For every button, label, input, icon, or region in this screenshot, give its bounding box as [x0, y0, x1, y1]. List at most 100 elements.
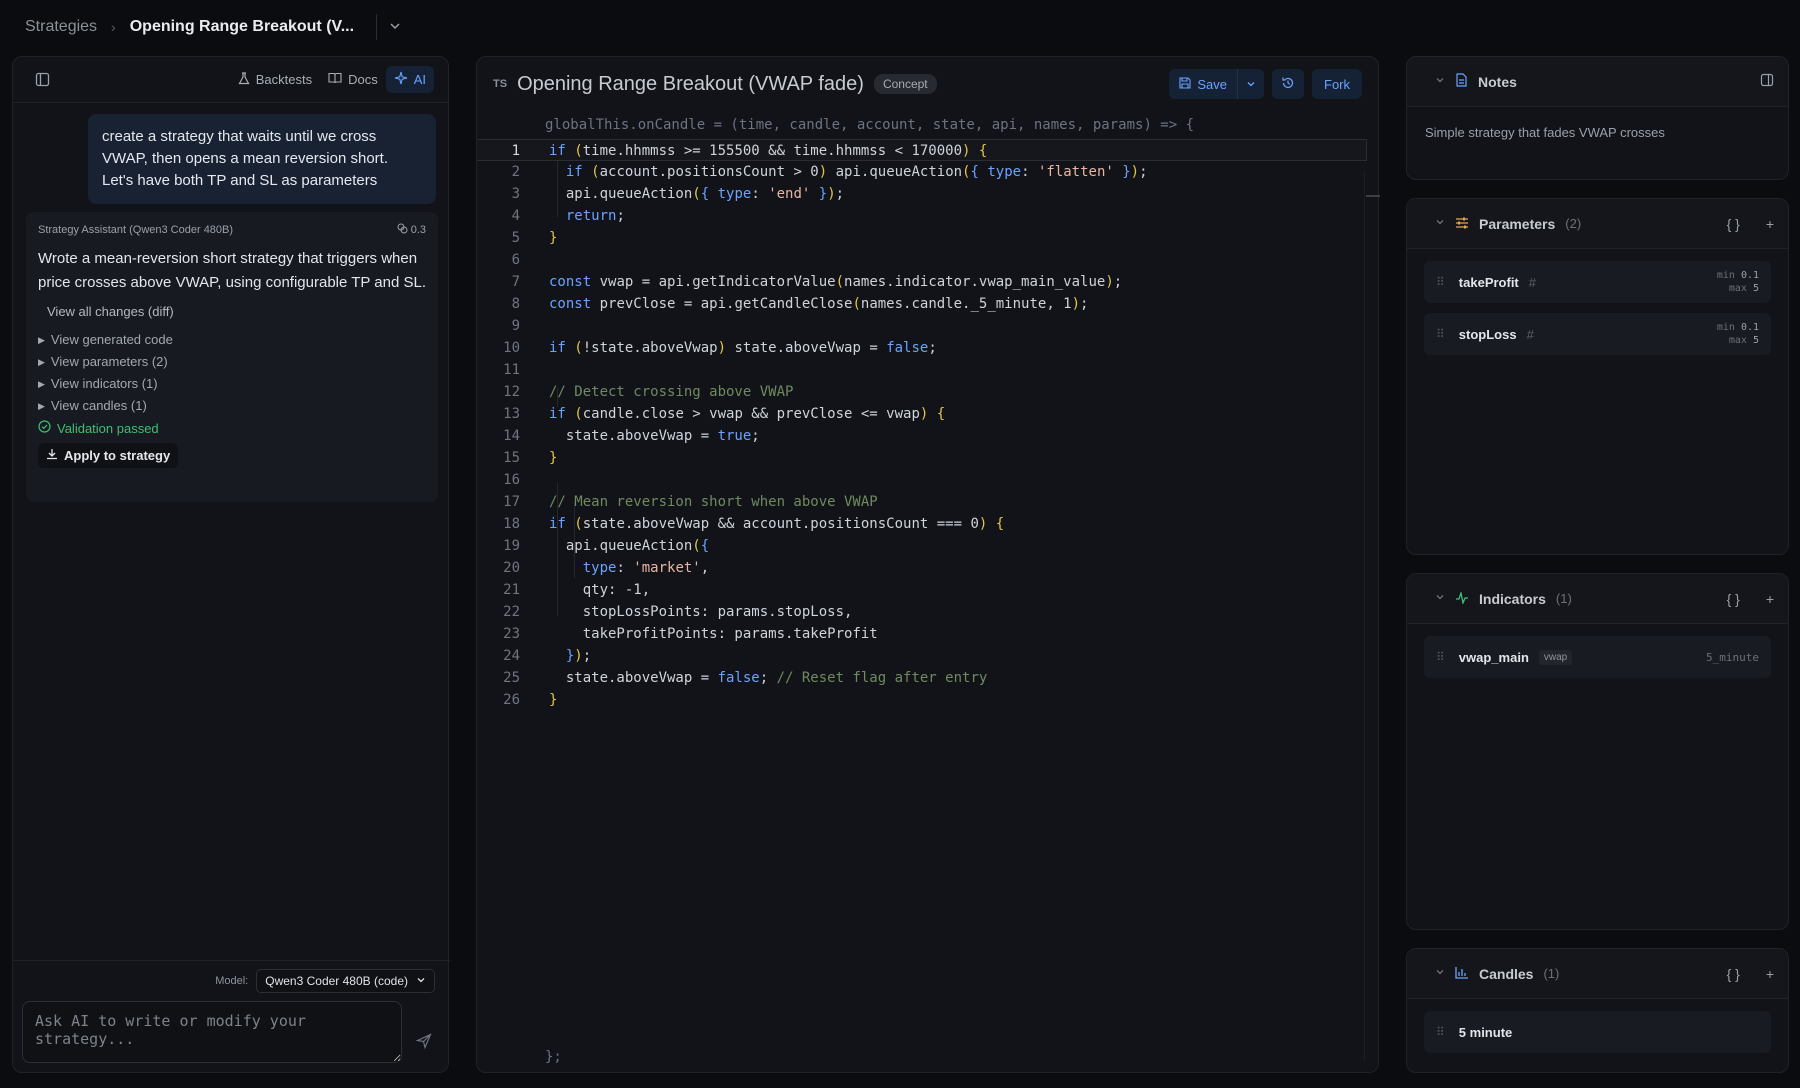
notes-panel: Notes Simple strategy that fades VWAP cr…: [1406, 56, 1789, 180]
code-line: 24 });: [477, 645, 1367, 667]
code-line: 19 api.queueAction({: [477, 535, 1367, 557]
line-number: 23: [503, 626, 520, 642]
indicator-row[interactable]: ⠿ vwap_main vwap 5_minute: [1424, 636, 1771, 678]
editor-scrollbar[interactable]: [1364, 171, 1365, 1061]
triangle-right-icon: ▶: [38, 401, 45, 411]
drag-handle-icon[interactable]: ⠿: [1436, 1025, 1445, 1039]
notes-title: Notes: [1478, 73, 1517, 90]
history-icon: [1281, 76, 1295, 93]
code-header-line: globalThis.onCandle = (time, candle, acc…: [545, 117, 1195, 133]
docs-button[interactable]: Docs: [320, 67, 386, 92]
validation-status: Validation passed: [38, 420, 426, 436]
candle-row[interactable]: ⠿ 5 minute: [1424, 1011, 1771, 1053]
parameters-header[interactable]: Parameters (2) { } +: [1407, 199, 1788, 249]
details-item[interactable]: ▶ View candles (1): [38, 395, 426, 417]
strategy-title[interactable]: Opening Range Breakout (VWAP fade): [517, 73, 864, 96]
min-value: 0.1: [1740, 270, 1759, 281]
validation-label: Validation passed: [57, 420, 159, 436]
code-line: 25 state.aboveVwap = false; // Reset fla…: [477, 667, 1367, 689]
chevron-down-icon: [1435, 217, 1445, 230]
save-label: Save: [1197, 76, 1227, 92]
candles-count: (1): [1543, 966, 1560, 981]
view-diff-link[interactable]: View all changes (diff): [47, 304, 426, 319]
breadcrumb-separator-icon: ›: [111, 19, 116, 35]
drag-handle-icon[interactable]: ⠿: [1436, 327, 1445, 341]
model-select[interactable]: Qwen3 Coder 480B (code): [256, 968, 435, 993]
plus-icon[interactable]: +: [1766, 591, 1774, 607]
line-number: 14: [503, 428, 520, 444]
notes-header[interactable]: Notes: [1407, 57, 1788, 107]
parameter-name: takeProfit: [1458, 274, 1519, 290]
ai-tab-button[interactable]: AI: [385, 66, 434, 93]
details-item[interactable]: ▶ View indicators (1): [38, 373, 426, 395]
code-line: 17// Mean reversion short when above VWA…: [477, 491, 1367, 513]
chat-input[interactable]: [22, 1001, 402, 1063]
line-number: 4: [511, 208, 520, 224]
triangle-right-icon: ▶: [38, 379, 45, 389]
braces-icon[interactable]: { }: [1727, 966, 1740, 982]
parameter-row[interactable]: ⠿ stopLoss # min 0.1 max 5: [1424, 313, 1771, 355]
details-item-label: View generated code: [50, 332, 173, 347]
sliders-icon: [1455, 216, 1469, 232]
save-options-button[interactable]: [1238, 69, 1264, 99]
line-number: 16: [503, 472, 520, 488]
details-item[interactable]: ▶ View generated code: [38, 329, 426, 351]
code-editor[interactable]: globalThis.onCandle = (time, candle, acc…: [477, 111, 1380, 1074]
notes-text[interactable]: Simple strategy that fades VWAP crosses: [1407, 107, 1788, 158]
line-number: 6: [511, 252, 520, 268]
code-line: 14 state.aboveVwap = true;: [477, 425, 1367, 447]
hash-icon: #: [1528, 274, 1536, 290]
indicators-title: Indicators: [1479, 590, 1546, 607]
floppy-icon: [1179, 76, 1191, 92]
panel-toggle-icon[interactable]: [1760, 73, 1774, 90]
flask-icon: [238, 71, 250, 88]
code-footer-line: };: [545, 1049, 562, 1065]
details-item[interactable]: ▶ View parameters (2): [38, 351, 426, 373]
code-line: 8 const prevClose = api.getCandleClose(na…: [477, 293, 1367, 315]
model-label: Model:: [215, 974, 249, 987]
apply-to-strategy-button[interactable]: Apply to strategy: [38, 443, 179, 468]
indicators-header[interactable]: Indicators (1) { } +: [1407, 574, 1788, 624]
triangle-right-icon: ▶: [38, 335, 45, 345]
details-item-label: View candles (1): [50, 398, 147, 413]
plus-icon[interactable]: +: [1766, 216, 1774, 232]
chevron-down-icon: [1435, 967, 1445, 980]
max-label: max: [1728, 335, 1747, 346]
sidebar-toggle-icon[interactable]: [27, 67, 58, 92]
parameters-panel: Parameters (2) { } + ⠿ takeProfit # min …: [1406, 198, 1789, 555]
fork-button[interactable]: Fork: [1312, 69, 1362, 99]
candles-header[interactable]: Candles (1) { } +: [1407, 949, 1788, 999]
save-button[interactable]: Save: [1169, 69, 1238, 99]
line-number: 10: [503, 340, 520, 356]
parameter-name: stopLoss: [1458, 326, 1517, 342]
braces-icon[interactable]: { }: [1727, 216, 1740, 232]
code-line: 18 if (state.aboveVwap && account.positio…: [477, 513, 1367, 535]
max-value: 5: [1752, 283, 1759, 294]
parameter-range: min 0.1 max 5: [1717, 321, 1759, 347]
line-number: 12: [503, 384, 520, 400]
plus-icon[interactable]: +: [1766, 966, 1774, 982]
code-line: 12// Detect crossing above VWAP: [477, 381, 1367, 403]
history-button[interactable]: [1272, 69, 1304, 99]
parameter-row[interactable]: ⠿ takeProfit # min 0.1 max 5: [1424, 261, 1771, 303]
breadcrumb-root[interactable]: Strategies: [25, 18, 97, 36]
code-editor-panel: TS Opening Range Breakout (VWAP fade) Co…: [476, 56, 1380, 1074]
chevron-down-icon[interactable]: [389, 19, 401, 35]
file-icon: [1455, 73, 1468, 90]
line-number: 9: [511, 318, 520, 334]
code-line: 23 takeProfitPoints: params.takeProfit: [477, 623, 1367, 645]
send-icon[interactable]: [415, 1033, 432, 1052]
drag-handle-icon[interactable]: ⠿: [1436, 650, 1445, 664]
backtests-button[interactable]: Backtests: [230, 67, 320, 93]
code-line: 26}: [477, 689, 1367, 711]
braces-icon[interactable]: { }: [1727, 591, 1740, 607]
indicators-count: (1): [1555, 591, 1572, 606]
drag-handle-icon[interactable]: ⠿: [1436, 275, 1445, 289]
assistant-cost: 0.3: [397, 223, 426, 237]
line-number: 26: [503, 692, 520, 708]
code-line: 5}: [477, 227, 1367, 249]
editor-header: TS Opening Range Breakout (VWAP fade) Co…: [477, 57, 1378, 111]
status-badge: Concept: [873, 74, 937, 94]
assistant-details-list: ▶ View generated code ▶ View parameters (2…: [38, 329, 426, 417]
indicators-panel: Indicators (1) { } + ⠿ vwap_main vwap 5_…: [1406, 573, 1789, 930]
